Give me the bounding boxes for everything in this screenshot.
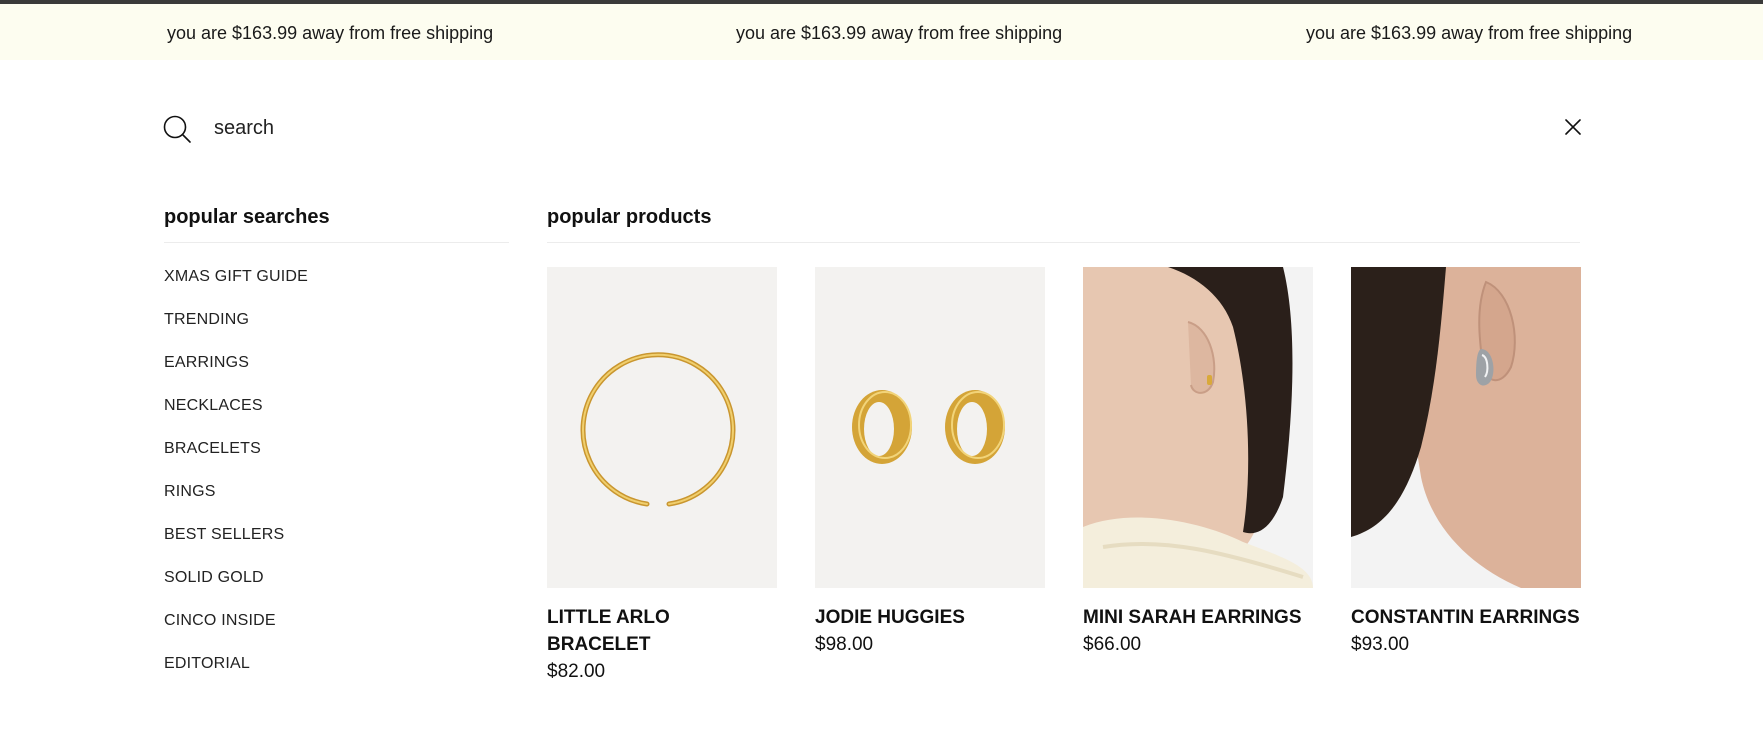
product-image-model-earring[interactable] <box>1351 267 1581 588</box>
popular-search-item[interactable]: TRENDING <box>164 311 308 354</box>
product-name[interactable]: CONSTANTIN EARRINGS <box>1351 604 1581 631</box>
announcement-bar: you are $163.99 away from free shipping … <box>0 4 1763 60</box>
popular-search-item[interactable]: BRACELETS <box>164 440 308 483</box>
product-card[interactable]: JODIE HUGGIES $98.00 <box>815 267 1045 658</box>
product-card[interactable]: LITTLE ARLO BRACELET $82.00 <box>547 267 777 685</box>
popular-products-heading: popular products <box>547 206 712 228</box>
search-bar <box>0 100 1763 156</box>
popular-searches-list: XMAS GIFT GUIDE TRENDING EARRINGS NECKLA… <box>164 268 308 698</box>
shipping-message: you are $163.99 away from free shipping <box>1306 23 1633 43</box>
popular-search-item[interactable]: BEST SELLERS <box>164 526 308 569</box>
product-image-model-earring[interactable] <box>1083 267 1313 588</box>
popular-search-item[interactable]: RINGS <box>164 483 308 526</box>
popular-search-item[interactable]: EARRINGS <box>164 354 308 397</box>
popular-search-item[interactable]: XMAS GIFT GUIDE <box>164 268 308 311</box>
shipping-message: you are $163.99 away from free shipping <box>736 23 1063 43</box>
popular-search-item[interactable]: EDITORIAL <box>164 655 308 698</box>
popular-search-item[interactable]: CINCO INSIDE <box>164 612 308 655</box>
product-price: $66.00 <box>1083 634 1142 655</box>
shipping-message: you are $163.99 away from free shipping <box>167 23 494 43</box>
product-card[interactable]: MINI SARAH EARRINGS $66.00 <box>1083 267 1313 658</box>
popular-searches-heading: popular searches <box>164 206 330 228</box>
product-name[interactable]: JODIE HUGGIES <box>815 604 1045 631</box>
product-price: $98.00 <box>815 634 874 655</box>
product-name[interactable]: LITTLE ARLO BRACELET <box>547 604 777 658</box>
product-image-bracelet[interactable] <box>547 267 777 588</box>
popular-search-item[interactable]: NECKLACES <box>164 397 308 440</box>
close-icon[interactable] <box>1563 117 1583 137</box>
product-card[interactable]: CONSTANTIN EARRINGS $93.00 <box>1351 267 1581 658</box>
popular-search-item[interactable]: SOLID GOLD <box>164 569 308 612</box>
popular-products-divider <box>547 242 1580 243</box>
product-price: $93.00 <box>1351 634 1410 655</box>
product-name[interactable]: MINI SARAH EARRINGS <box>1083 604 1313 631</box>
product-image-huggies[interactable] <box>815 267 1045 588</box>
product-price: $82.00 <box>547 661 606 682</box>
popular-searches-divider <box>164 242 509 243</box>
search-icon[interactable] <box>162 114 192 144</box>
search-input[interactable] <box>214 112 1514 144</box>
